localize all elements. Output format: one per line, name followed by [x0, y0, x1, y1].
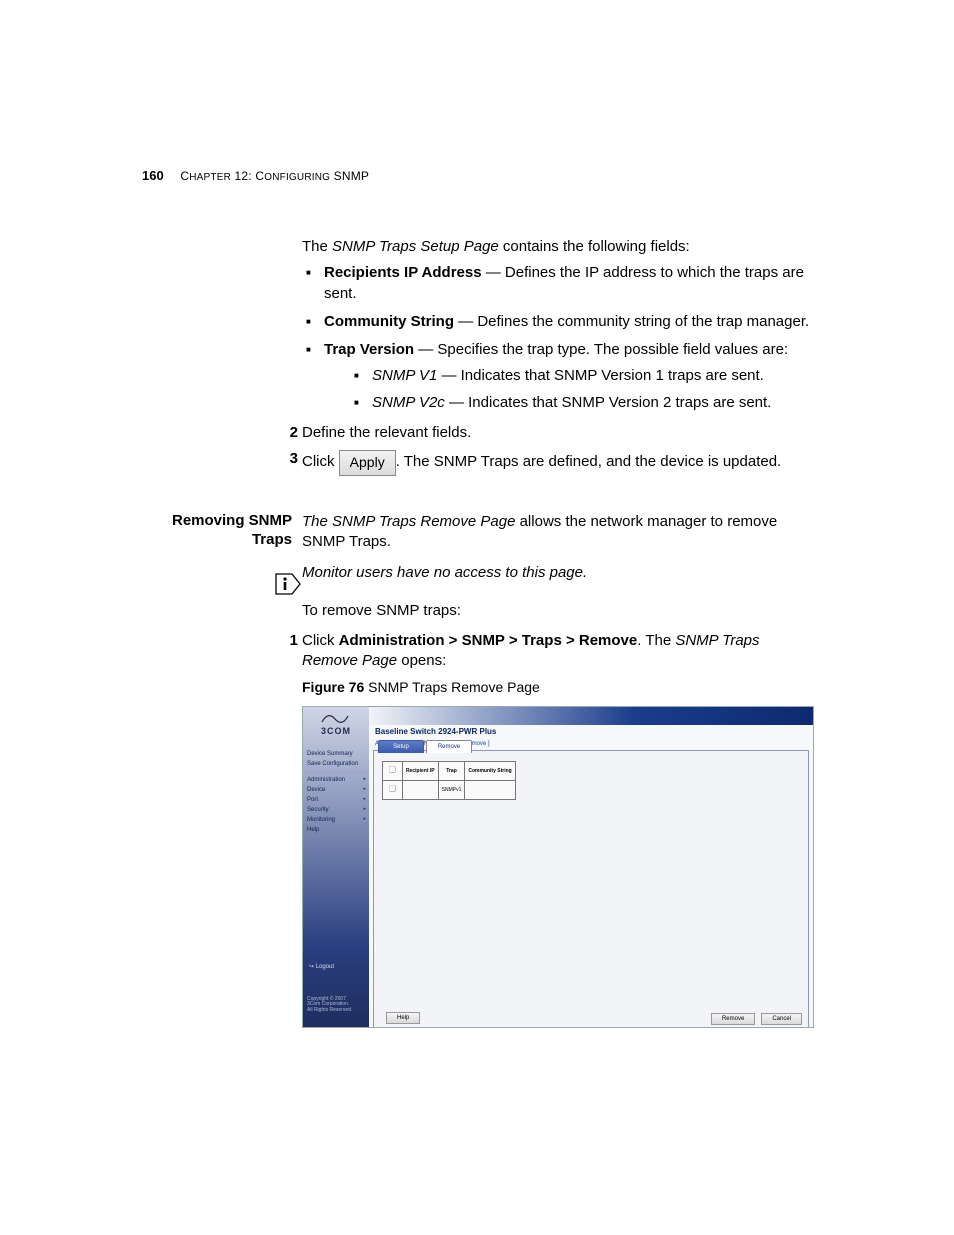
screenshot-work-area: Setup Remove Recipient IP Trap Community…	[373, 750, 809, 1028]
sidebar-item[interactable]: Administration	[303, 775, 369, 785]
body-text: The SNMP Traps Setup Page contains the f…	[302, 237, 812, 481]
col-trap: Trap	[438, 762, 465, 781]
row-checkbox[interactable]	[389, 785, 396, 792]
nested-list: SNMP V1 — Indicates that SNMP Version 1 …	[324, 366, 812, 413]
sidebar-item[interactable]: Security	[303, 805, 369, 815]
list-item: Trap Version — Specifies the trap type. …	[302, 340, 812, 413]
page-number: 160	[142, 168, 164, 183]
col-recipient-ip: Recipient IP	[403, 762, 439, 781]
sidebar-item[interactable]: Save Configuration	[303, 759, 369, 769]
tabs: Setup Remove	[378, 740, 472, 752]
col-community-string: Community String	[465, 762, 515, 781]
step-list: 2 Define the relevant fields. 3 Click Ap…	[302, 423, 812, 475]
page-header: 160 CHAPTER 12: CONFIGURING SNMP	[142, 168, 369, 183]
apply-button[interactable]: Apply	[339, 450, 396, 476]
screenshot-title: Baseline Switch 2924-PWR Plus	[369, 725, 813, 740]
bottom-buttons: Remove Cancel	[711, 1013, 802, 1025]
list-item: SNMP V1 — Indicates that SNMP Version 1 …	[324, 366, 812, 386]
sidebar-item[interactable]: Monitoring	[303, 815, 369, 825]
list-item: Recipients IP Address — Defines the IP a…	[302, 263, 812, 304]
screenshot-topbar	[369, 707, 813, 725]
remove-button[interactable]: Remove	[711, 1013, 755, 1025]
info-icon	[274, 572, 302, 596]
chapter-line: CHAPTER 12: CONFIGURING SNMP	[180, 169, 369, 183]
monitor-note: Monitor users have no access to this pag…	[302, 563, 808, 583]
to-remove-line: To remove SNMP traps:	[302, 601, 808, 621]
sidebar-items: Device Summary Save Configuration Admini…	[303, 749, 369, 835]
col-check	[383, 762, 403, 781]
sidebar-item[interactable]: Device Summary	[303, 749, 369, 759]
cell-recipient-ip	[403, 781, 439, 800]
sidebar-item[interactable]: Device	[303, 785, 369, 795]
section-body: The SNMP Traps Remove Page allows the ne…	[302, 512, 808, 1028]
step-item: 2 Define the relevant fields.	[302, 423, 812, 443]
tab-remove[interactable]: Remove	[426, 740, 472, 753]
step-number: 2	[284, 423, 298, 443]
figure-label: Figure 76 SNMP Traps Remove Page	[302, 678, 808, 697]
section-heading: Removing SNMP Traps	[152, 512, 292, 550]
screenshot-main: Baseline Switch 2924-PWR Plus Administra…	[369, 707, 813, 1027]
logout-link[interactable]: ↪ Logout	[309, 963, 334, 971]
page-content: 160 CHAPTER 12: CONFIGURING SNMP The SNM…	[0, 0, 954, 1235]
logout-icon: ↪	[309, 964, 314, 970]
figure-screenshot: 3COM Device Summary Save Configuration A…	[302, 706, 814, 1028]
screenshot-sidebar: 3COM Device Summary Save Configuration A…	[303, 707, 369, 1027]
logo-3com: 3COM	[303, 725, 369, 737]
sidebar-item[interactable]: Port	[303, 795, 369, 805]
step-number: 3	[284, 449, 298, 469]
list-item: Community String — Defines the community…	[302, 312, 812, 332]
intro-paragraph: The SNMP Traps Setup Page contains the f…	[302, 237, 812, 257]
list-item: SNMP V2c — Indicates that SNMP Version 2…	[324, 393, 812, 413]
help-button[interactable]: Help	[386, 1012, 420, 1024]
field-list: Recipients IP Address — Defines the IP a…	[302, 263, 812, 413]
step-item: 3 Click Apply. The SNMP Traps are define…	[302, 449, 812, 475]
cell-community-string	[465, 781, 515, 800]
remove-step-list: 1 Click Administration > SNMP > Traps > …	[302, 631, 808, 672]
tab-setup[interactable]: Setup	[378, 740, 424, 753]
step-number: 1	[284, 631, 298, 651]
section-intro: The SNMP Traps Remove Page allows the ne…	[302, 512, 808, 553]
help-button-wrap: Help	[386, 1005, 420, 1025]
section-removing-snmp-traps: Removing SNMP Traps The SNMP Traps Remov…	[152, 512, 808, 1028]
traps-table: Recipient IP Trap Community String SNMPv…	[382, 761, 516, 800]
sidebar-item[interactable]: Help	[303, 825, 369, 835]
select-all-checkbox[interactable]	[389, 767, 396, 774]
table-row: SNMPv1	[383, 781, 516, 800]
cell-trap: SNMPv1	[438, 781, 465, 800]
cancel-button[interactable]: Cancel	[761, 1013, 802, 1025]
step-item: 1 Click Administration > SNMP > Traps > …	[302, 631, 808, 672]
copyright: Copyright © 2007 3Com Corporation. All R…	[307, 997, 352, 1014]
